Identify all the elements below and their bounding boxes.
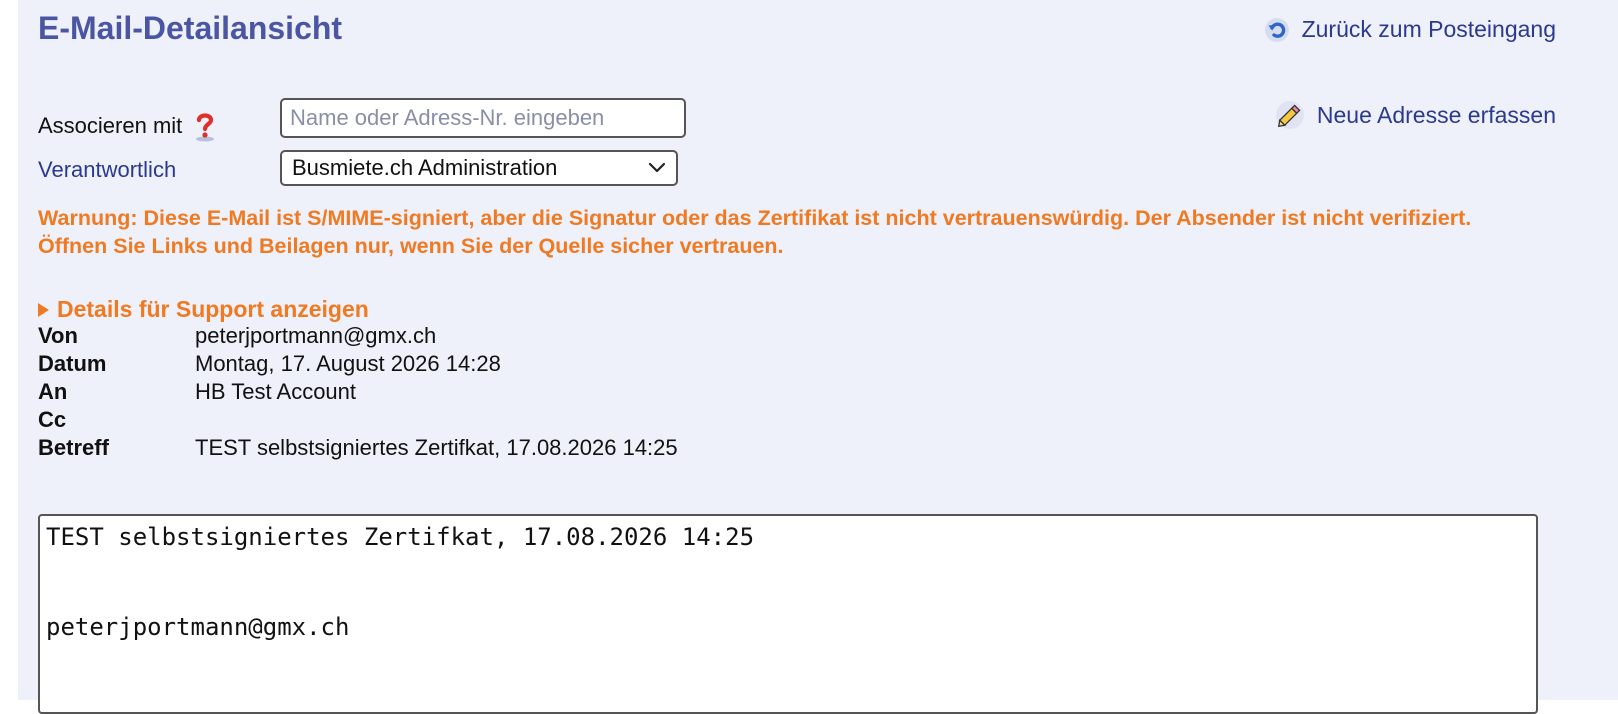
header-row-subject: Betreff TEST selbstsigniertes Zertifkat,… [38,434,678,462]
back-to-inbox-link[interactable]: Zurück zum Posteingang [1264,16,1556,43]
page-title: E-Mail-Detailansicht [38,10,343,46]
header-value: peterjportmann@gmx.ch [195,323,437,348]
header-value: HB Test Account [195,379,357,404]
associate-label-group: Associeren mit [38,110,220,142]
header-row-from: Von peterjportmann@gmx.ch [38,322,678,350]
undo-icon [1264,17,1289,42]
pencil-icon [1275,101,1304,129]
header-key: Von [38,323,78,348]
smime-warning: Warnung: Diese E-Mail ist S/MIME-signier… [38,206,1472,258]
chevron-down-icon [648,162,666,173]
email-body-line: peterjportmann@gmx.ch [46,613,350,641]
header-key: Cc [38,407,67,432]
responsible-select[interactable]: Busmiete.ch Administration [280,150,678,186]
new-address-link[interactable]: Neue Adresse erfassen [1275,100,1556,130]
header-key: An [38,379,68,404]
associate-label: Associeren mit [38,113,183,138]
details-support-label: Details für Support anzeigen [57,296,369,322]
responsible-label: Verantwortlich [38,157,177,182]
associate-input[interactable] [280,98,686,138]
header-value: TEST selbstsigniertes Zertifkat, 17.08.2… [195,435,678,460]
email-headers: Von peterjportmann@gmx.ch Datum Montag, … [38,322,678,462]
back-to-inbox-label: Zurück zum Posteingang [1301,16,1556,42]
header-value: Montag, 17. August 2026 14:28 [195,351,501,376]
header-key: Datum [38,351,107,376]
email-body-line: TEST selbstsigniertes Zertifkat, 17.08.2… [46,523,755,551]
header-row-cc: Cc [38,406,678,434]
responsible-selected-value: Busmiete.ch Administration [292,155,558,180]
email-detail-panel: E-Mail-Detailansicht Zurück zum Posteing… [18,0,1618,714]
email-body[interactable]: TEST selbstsigniertes Zertifkat, 17.08.2… [38,514,1538,714]
new-address-label: Neue Adresse erfassen [1316,101,1556,128]
details-support-toggle[interactable]: Details für Support anzeigen [38,296,369,323]
triangle-right-icon [38,302,49,317]
header-row-to: An HB Test Account [38,378,678,406]
email-body-blank [46,552,1530,612]
header-key: Betreff [38,435,109,460]
header-row-date: Datum Montag, 17. August 2026 14:28 [38,350,678,378]
question-mark-icon[interactable] [190,110,220,142]
